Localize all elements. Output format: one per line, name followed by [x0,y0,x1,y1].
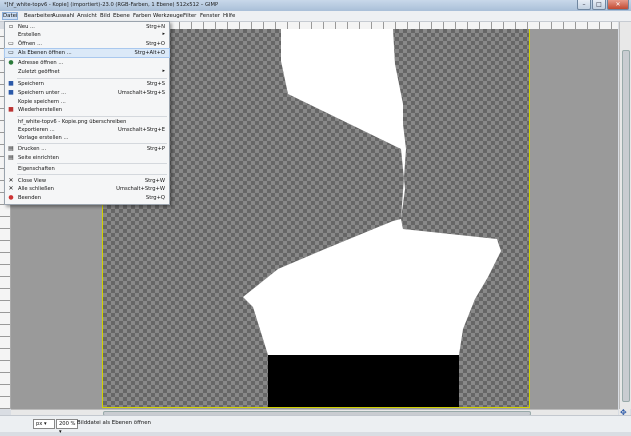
status-message: Bilddatei als Ebenen öffnen [77,420,151,426]
menu-item-label: Neu ... [18,24,35,30]
menu-item-open-as-layers[interactable]: ▭ Als Ebenen öffnen ... Strg+Alt+O [4,48,170,58]
menu-farben[interactable]: Farben [133,13,151,19]
unit-select[interactable]: px ▾ [33,419,55,429]
menu-item-print[interactable]: ▤ Drucken ... Strg+P [5,145,169,153]
save-as-icon: ■ [8,89,14,96]
menu-item-shortcut: Strg+Q [145,195,165,201]
window-controls: – □ ✕ [577,0,629,10]
print-icon: ▤ [8,145,14,152]
new-icon: ▫ [8,23,14,30]
menu-item-create[interactable]: Erstellen ▸ [5,31,169,39]
save-icon: ■ [8,80,14,87]
page-setup-icon: ▤ [8,154,14,161]
close-button[interactable]: ✕ [607,0,629,10]
vertical-scroll-thumb[interactable] [622,50,630,402]
menu-item-label: Close View [18,178,47,184]
menu-item-shortcut: Strg+N [146,24,165,30]
quit-icon: ● [8,194,14,201]
menu-ansicht[interactable]: Ansicht [77,13,97,19]
menu-item-label: hf_white-topv6 - Kopie.png überschreiben [18,119,127,125]
menu-item-label: Zuletzt geöffnet [18,69,60,75]
window-title: *[hf_white-topv6 - Kopie] (importiert)-2… [4,2,219,8]
menu-item-quit[interactable]: ● Beenden Strg+Q [5,194,169,202]
menu-item-page-setup[interactable]: ▤ Seite einrichten [5,154,169,162]
menu-bild[interactable]: Bild [100,13,110,19]
menu-item-export[interactable]: Exportieren ... Umschalt+Strg+E [5,126,169,134]
open-icon: ▭ [8,40,14,47]
globe-icon: ● [8,59,14,66]
menu-item-shortcut: Umschalt+Strg+S [118,90,165,96]
menu-item-save-as[interactable]: ■ Speichern unter ... Umschalt+Strg+S [5,89,169,97]
menu-item-label: Wiederherstellen [18,107,63,113]
menu-item-new[interactable]: ▫ Neu ... Strg+N [5,23,169,31]
menu-item-label: Beenden [18,195,42,201]
menu-datei[interactable]: Datei [1,12,19,20]
menu-item-label: Vorlage erstellen ... [18,135,69,141]
menu-item-revert[interactable]: ■ Wiederherstellen [5,106,169,114]
open-layers-icon: ▭ [8,49,14,56]
file-menu: ▫ Neu ... Strg+N Erstellen ▸ ▭ Öffnen ..… [4,21,170,205]
menu-auswahl[interactable]: Auswahl [52,13,75,19]
menu-item-properties[interactable]: Eigenschaften [5,165,169,173]
black-shape [268,355,459,407]
menu-filter[interactable]: Filter [183,13,196,19]
menu-item-label: Speichern unter ... [18,90,67,96]
zoom-select[interactable]: 200 % ▾ [56,419,78,435]
menu-item-label: Als Ebenen öffnen ... [18,50,72,56]
menu-item-shortcut: Strg+Alt+O [134,50,165,56]
menu-item-label: Eigenschaften [18,166,55,172]
menu-item-save-copy[interactable]: Kopie speichern ... [5,98,169,106]
menu-item-open[interactable]: ▭ Öffnen ... Strg+O [5,40,169,48]
menu-separator [17,174,167,175]
menu-item-shortcut: Strg+O [145,41,165,47]
menu-ebene[interactable]: Ebene [113,13,130,19]
menu-item-label: Alle schließen [18,186,54,192]
menu-werkzeuge[interactable]: Werkzeuge [153,13,183,19]
submenu-arrow-icon: ▸ [162,68,165,74]
maximize-button[interactable]: □ [592,0,606,10]
menu-item-label: Erstellen [18,32,41,38]
menu-item-label: Adresse öffnen ... [18,60,64,66]
menu-item-shortcut: Strg+W [144,178,165,184]
menu-item-shortcut: Strg+S [146,81,165,87]
menu-item-label: Exportieren ... [18,127,55,133]
menu-item-save[interactable]: ■ Speichern Strg+S [5,80,169,88]
vertical-scrollbar[interactable] [619,22,631,409]
minimize-button[interactable]: – [577,0,591,10]
menu-item-close-all[interactable]: ✕ Alle schließen Umschalt+Strg+W [5,185,169,193]
menu-item-label: Speichern [18,81,44,87]
revert-icon: ■ [8,106,14,113]
menu-item-create-template[interactable]: Vorlage erstellen ... [5,134,169,142]
menu-item-label: Drucken ... [18,146,47,152]
menu-item-overwrite[interactable]: hf_white-topv6 - Kopie.png überschreiben [5,118,169,126]
submenu-arrow-icon: ▸ [162,31,165,37]
menu-separator [17,78,167,79]
zoom-value: 200 % [59,421,76,427]
menu-item-shortcut: Umschalt+Strg+E [118,127,165,133]
menu-item-label: Kopie speichern ... [18,99,66,105]
close-icon: ✕ [8,177,14,184]
menu-item-shortcut: Strg+P [146,146,165,152]
menu-item-shortcut: Umschalt+Strg+W [116,186,165,192]
menu-item-close-view[interactable]: ✕ Close View Strg+W [5,177,169,185]
white-shape [243,29,501,355]
menu-item-label: Öffnen ... [18,41,43,47]
menu-bearbeiten[interactable]: Bearbeiten [24,13,54,19]
menu-item-open-recent[interactable]: Zuletzt geöffnet ▸ [5,68,169,76]
menu-separator [17,163,167,164]
menu-separator [17,116,167,117]
menu-item-open-location[interactable]: ● Adresse öffnen ... [5,59,169,67]
status-bar: px ▾ 200 % ▾ Bilddatei als Ebenen öffnen [0,415,631,435]
menu-hilfe[interactable]: Hilfe [223,13,235,19]
menu-separator [17,143,167,144]
menu-item-label: Seite einrichten [18,155,59,161]
unit-value: px [36,421,43,427]
menu-fenster[interactable]: Fenster [200,13,220,19]
close-icon: ✕ [8,185,14,192]
